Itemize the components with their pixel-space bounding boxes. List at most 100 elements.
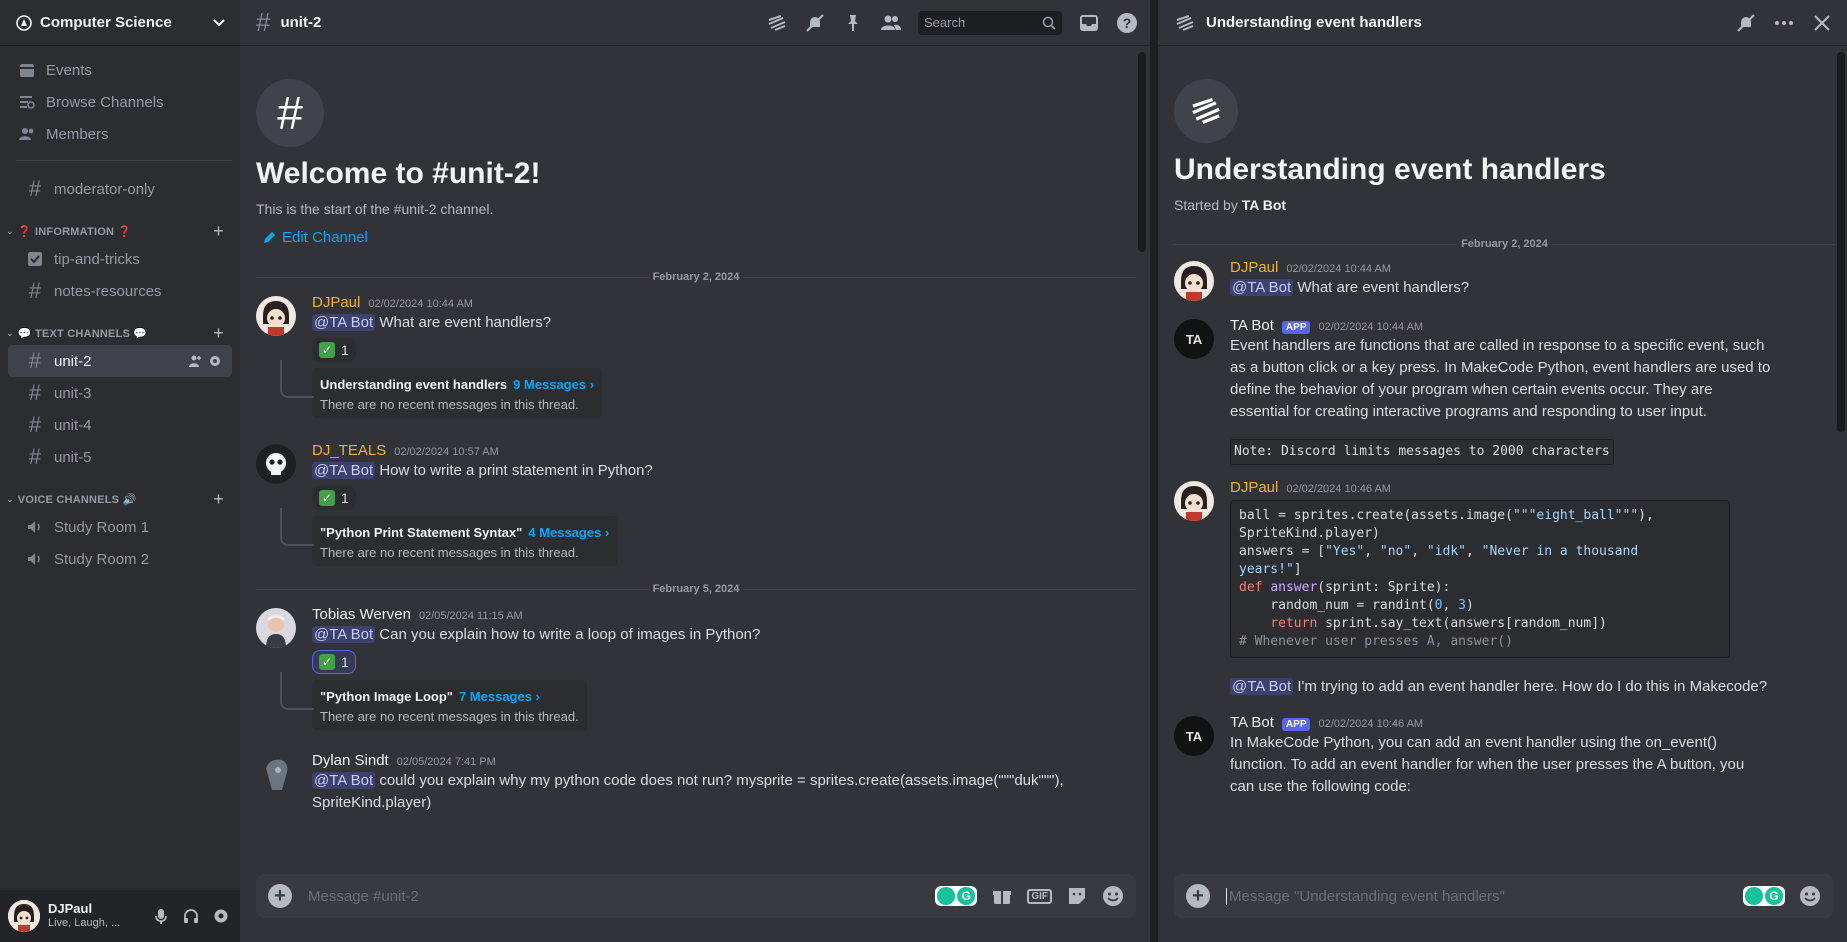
voice-channel-study-room-1[interactable]: Study Room 1	[8, 511, 232, 543]
add-channel-icon[interactable]: +	[213, 323, 224, 344]
discord-app: Computer Science Events Browse Channels …	[0, 0, 1847, 942]
thread-preview[interactable]: "Python Print Statement Syntax" 4 Message…	[312, 516, 618, 566]
speaker-icon	[24, 516, 46, 538]
browse-channels-icon	[16, 91, 38, 113]
sticker-icon[interactable]	[1066, 885, 1088, 907]
threads-icon[interactable]	[766, 12, 788, 34]
mute-bell-icon[interactable]	[1735, 12, 1757, 34]
user-status: Live, Laugh, ...	[48, 917, 121, 929]
pin-icon[interactable]	[842, 12, 864, 34]
add-channel-icon[interactable]: +	[213, 489, 224, 510]
search-input[interactable]: Search	[918, 10, 1062, 35]
thread-message-count[interactable]: 9 Messages ›	[513, 377, 594, 392]
headphones-icon[interactable]	[182, 907, 200, 925]
channel-notes-resources[interactable]: # notes-resources	[8, 275, 232, 307]
thread-subtitle: There are no recent messages in this thr…	[320, 545, 579, 560]
reaction-check[interactable]: ✓ 1	[312, 486, 356, 510]
bot-mention[interactable]: @TA Bot	[312, 314, 376, 331]
message-author[interactable]: Dylan Sindt	[312, 752, 389, 769]
bot-mention[interactable]: @TA Bot	[1230, 678, 1294, 695]
message-list[interactable]: # Welcome to #unit-2! This is the start …	[240, 47, 1150, 872]
sidebar-item-label: Browse Channels	[46, 93, 164, 111]
bot-mention[interactable]: @TA Bot	[312, 626, 376, 643]
reaction-check[interactable]: ✓ 1	[312, 650, 356, 674]
channel-unit-5[interactable]: # unit-5	[8, 441, 232, 473]
gear-icon[interactable]	[208, 354, 222, 368]
message-composer[interactable]: + Message #unit-2 G GIF	[256, 874, 1136, 918]
channel-sidebar: Computer Science Events Browse Channels …	[0, 0, 240, 942]
message-author[interactable]: Tobias Werven	[312, 606, 411, 623]
message-author[interactable]: TA Bot	[1230, 317, 1274, 334]
emoji-icon[interactable]	[1102, 885, 1124, 907]
gif-icon[interactable]: GIF	[1027, 888, 1052, 904]
close-icon[interactable]	[1811, 12, 1833, 34]
gift-icon[interactable]	[991, 885, 1013, 907]
avatar[interactable]	[256, 444, 296, 484]
user-avatar[interactable]	[8, 900, 40, 932]
microphone-icon[interactable]	[152, 907, 170, 925]
thread-message-list[interactable]: Understanding event handlers Started by …	[1174, 47, 1835, 872]
started-by-user[interactable]: TA Bot	[1242, 197, 1286, 213]
scrollbar[interactable]	[1138, 52, 1146, 252]
category-text-channels[interactable]: ⌄ 💬 TEXT CHANNELS 💬 +	[0, 321, 240, 345]
avatar[interactable]	[1174, 261, 1214, 301]
inbox-icon[interactable]	[1078, 12, 1100, 34]
thread-message-count[interactable]: 4 Messages ›	[528, 525, 609, 540]
grammarly-icon[interactable]: G	[935, 886, 978, 906]
channel-unit-2[interactable]: # unit-2	[8, 345, 232, 377]
message-author[interactable]: DJ_TEALS	[312, 442, 386, 459]
avatar[interactable]	[256, 754, 296, 794]
settings-gear-icon[interactable]	[212, 907, 230, 925]
add-channel-icon[interactable]: +	[213, 221, 224, 242]
emoji-icon[interactable]	[1799, 885, 1821, 907]
category-voice-channels[interactable]: ⌄ VOICE CHANNELS 🔊 +	[0, 487, 240, 511]
channel-unit-4[interactable]: # unit-4	[8, 409, 232, 441]
sidebar-item-browse-channels[interactable]: Browse Channels	[0, 86, 240, 118]
help-icon[interactable]: ?	[1116, 12, 1138, 34]
message-timestamp: 02/02/2024 10:44 AM	[1318, 321, 1424, 333]
category-information[interactable]: ⌄ ❓ INFORMATION ❓ +	[0, 219, 240, 243]
channel-moderator-only[interactable]: # moderator-only	[8, 173, 232, 205]
avatar[interactable]	[1174, 481, 1214, 521]
pane-resizer[interactable]	[1150, 0, 1158, 942]
thread-preview[interactable]: "Python Image Loop" 7 Messages › There ar…	[312, 680, 587, 730]
grammarly-icon[interactable]: G	[1743, 886, 1785, 906]
thread-composer-placeholder: Message "Understanding event handlers"	[1226, 887, 1743, 905]
ta-bot-avatar[interactable]: TA	[1174, 716, 1214, 756]
voice-channel-study-room-2[interactable]: Study Room 2	[8, 543, 232, 575]
mute-bell-icon[interactable]	[804, 12, 826, 34]
thread-composer[interactable]: + Message "Understanding event handlers"…	[1174, 874, 1833, 918]
avatar[interactable]	[256, 296, 296, 336]
server-header[interactable]: Computer Science	[0, 0, 240, 46]
chevron-down-icon[interactable]	[212, 16, 226, 30]
channel-label: unit-5	[54, 448, 92, 466]
channel-unit-3[interactable]: # unit-3	[8, 377, 232, 409]
message-author[interactable]: DJPaul	[1230, 259, 1278, 276]
bot-mention[interactable]: @TA Bot	[312, 772, 376, 789]
invite-icon[interactable]	[188, 354, 202, 368]
attach-plus-icon[interactable]: +	[268, 884, 292, 908]
edit-channel-link[interactable]: Edit Channel	[262, 229, 1150, 246]
thread-preview[interactable]: Understanding event handlers 9 Messages ›…	[312, 368, 603, 418]
hash-icon: #	[256, 7, 271, 37]
channel-tip-and-tricks[interactable]: tip-and-tricks	[8, 243, 232, 275]
thread-header-title: Understanding event handlers	[1206, 14, 1422, 31]
thread-message-count[interactable]: 7 Messages ›	[459, 689, 540, 704]
sidebar-item-events[interactable]: Events	[0, 54, 240, 86]
bot-mention[interactable]: @TA Bot	[1230, 279, 1294, 296]
more-options-icon[interactable]	[1773, 12, 1795, 34]
ta-bot-avatar[interactable]: TA	[1174, 319, 1214, 359]
message-author[interactable]: DJPaul	[1230, 479, 1278, 496]
message: Dylan Sindt 02/05/2024 7:41 PM @TA Bot c…	[256, 752, 1150, 814]
reaction-check[interactable]: ✓ 1	[312, 338, 356, 362]
thread-scrollbar[interactable]	[1837, 52, 1845, 432]
thread-title: "Python Print Statement Syntax"	[320, 525, 523, 540]
message-author[interactable]: TA Bot	[1230, 714, 1274, 731]
sidebar-item-members[interactable]: Members	[0, 118, 240, 150]
server-name: Computer Science	[40, 14, 172, 31]
message-author[interactable]: DJPaul	[312, 294, 360, 311]
avatar[interactable]	[256, 608, 296, 648]
bot-mention[interactable]: @TA Bot	[312, 462, 376, 479]
member-list-icon[interactable]	[880, 12, 902, 34]
attach-plus-icon[interactable]: +	[1186, 884, 1210, 908]
